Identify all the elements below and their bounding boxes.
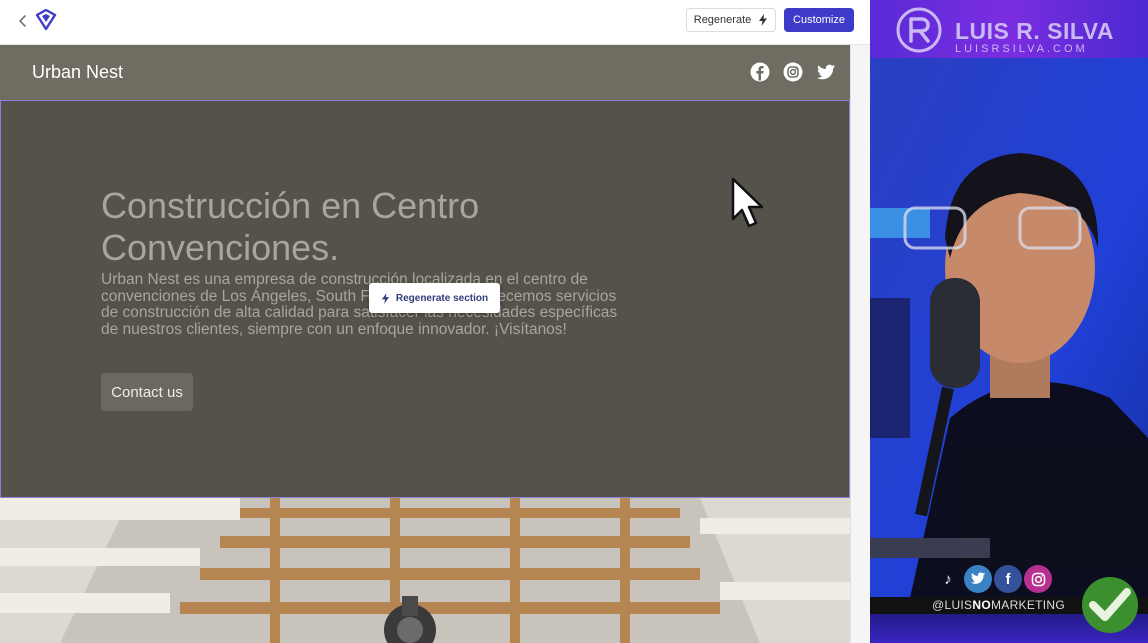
regenerate-section-label: Regenerate section <box>395 292 489 304</box>
tiktok-icon: ♪ <box>944 570 952 588</box>
hero-title: Construcción en Centro Convenciones. <box>101 185 480 268</box>
handle-prefix: @LUIS <box>932 598 973 612</box>
hero-section[interactable]: Construcción en Centro Convenciones. Urb… <box>0 100 850 498</box>
twitter-icon[interactable] <box>816 62 836 82</box>
handle-suffix: MARKETING <box>990 598 1066 612</box>
screen: Regenerate Customize Urban Nest Construc… <box>0 0 1148 643</box>
customize-button[interactable]: Customize <box>784 8 854 32</box>
checkmark-icon <box>1082 577 1138 633</box>
builder-toolbar: Regenerate Customize <box>0 0 870 45</box>
construction-photo <box>0 498 850 643</box>
site-brand-name: Urban Nest <box>32 62 124 82</box>
streamer-overlay: LUIS R. SILVA LUISRSILVA.COM ♪ f @LUISNO… <box>870 0 1148 643</box>
streamer-banner: LUIS R. SILVA LUISRSILVA.COM <box>870 0 1148 58</box>
webcam-feed <box>870 58 1148 598</box>
streamer-logo-icon <box>896 7 942 53</box>
streamer-social-icons: ♪ f <box>934 565 1052 595</box>
regenerate-section-button[interactable]: Regenerate section <box>369 283 500 313</box>
streamer-name: LUIS R. SILVA <box>955 18 1114 44</box>
handle-bold: NO <box>972 598 991 612</box>
site-header[interactable]: Urban Nest <box>0 45 850 100</box>
builder-scrollbar[interactable] <box>850 45 870 643</box>
regenerate-label: Regenerate <box>693 14 752 26</box>
lightning-icon <box>759 14 768 26</box>
mouse-pointer-icon <box>731 177 764 228</box>
website-builder: Regenerate Customize Urban Nest Construc… <box>0 0 870 643</box>
hero-description: Urban Nest es una empresa de construcció… <box>101 271 618 338</box>
facebook-icon: f <box>994 565 1022 593</box>
lightning-icon <box>381 292 389 304</box>
back-chevron-icon[interactable] <box>14 12 32 30</box>
twitter-icon <box>964 565 992 593</box>
regenerate-button[interactable]: Regenerate <box>686 8 776 32</box>
contact-us-button[interactable]: Contact us <box>101 373 193 411</box>
app-logo-icon[interactable] <box>34 8 58 31</box>
streamer-website: LUISRSILVA.COM <box>955 43 1088 55</box>
instagram-icon <box>1024 565 1052 593</box>
facebook-icon[interactable] <box>750 62 770 82</box>
instagram-icon[interactable] <box>783 62 803 82</box>
